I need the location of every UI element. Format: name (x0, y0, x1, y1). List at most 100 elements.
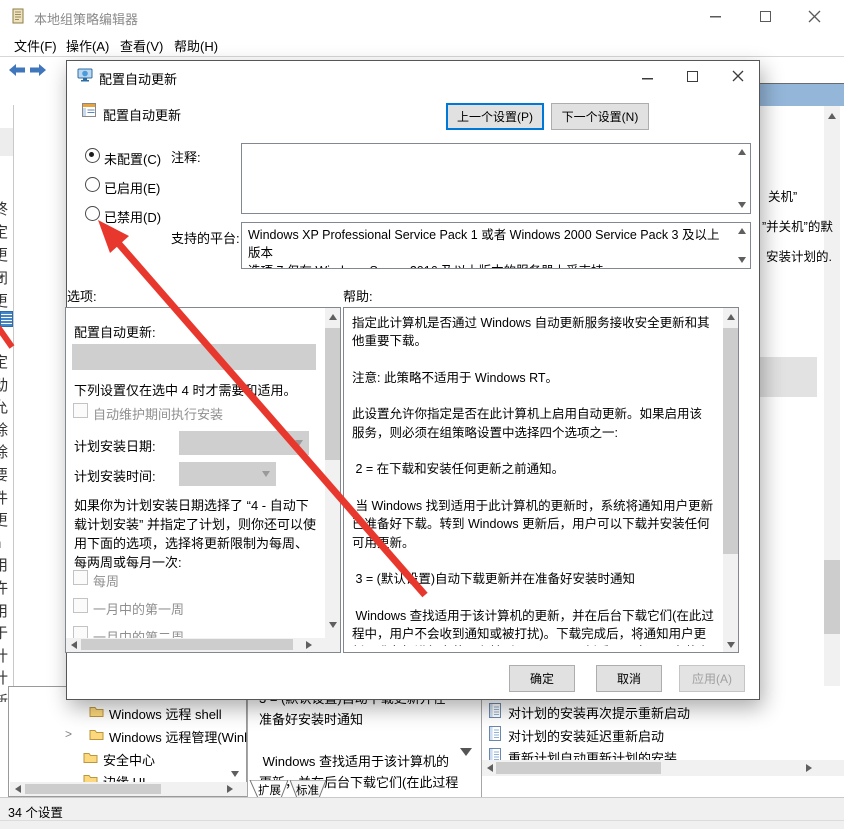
clipped-text-fragment: 关机” (768, 186, 797, 205)
menu-help[interactable]: 帮助(H) (174, 36, 218, 55)
install-time-combo (179, 462, 276, 486)
supported-on-text: Windows XP Professional Service Pack 1 或… (248, 226, 728, 269)
policy-setting-icon (81, 102, 97, 123)
options-label: 选项: (67, 286, 97, 305)
install-day-label: 计划安装日期: (74, 436, 156, 455)
radio-disabled-label[interactable]: 已禁用(D) (104, 207, 161, 226)
options-scroll-down-icon[interactable] (329, 622, 337, 628)
first-week-checkbox (73, 598, 88, 613)
cancel-button[interactable]: 取消 (596, 665, 662, 692)
right-pane-scrollbar[interactable] (824, 106, 840, 764)
weekly-checkbox (73, 570, 88, 585)
clipped-text-fragment: 安装计划的. (766, 246, 832, 265)
configure-updates-combo-label: 配置自动更新: (74, 322, 156, 341)
radio-disabled[interactable] (85, 206, 100, 221)
options-scroll-up-icon[interactable] (329, 314, 337, 320)
help-label: 帮助: (343, 286, 373, 305)
right-scroll-up-icon[interactable] (828, 113, 836, 119)
left-strip-chars-bottom: 定 动 允 除 除 要 件 更 n 用 许 用 于 计 计 新 (0, 352, 13, 702)
options-panel: 配置自动更新: 下列设置仅在选中 4 时才需要和适用。 自动维护期间执行安装 计… (65, 307, 341, 653)
combo-chevron-down-icon (295, 440, 303, 446)
dialog-close-button[interactable] (732, 69, 754, 87)
forward-button[interactable] (29, 63, 47, 82)
tree-hscrollbar-thumb[interactable] (25, 784, 161, 794)
install-time-label: 计划安装时间: (74, 466, 156, 485)
tab-extended-label[interactable]: 扩展 (258, 783, 281, 797)
comment-scroll-down-icon[interactable] (738, 202, 746, 208)
schedule-paragraph: 如果你为计划安装日期选择了 “4 - 自动下载计划安装” 并指定了计划，则你还可… (74, 496, 318, 572)
setting-name: 配置自动更新 (103, 105, 181, 124)
dialog-maximize-button[interactable] (687, 69, 709, 87)
radio-enabled-label[interactable]: 已启用(E) (104, 178, 160, 197)
menu-file[interactable]: 文件(F) (14, 36, 57, 55)
install-day-combo (179, 431, 309, 455)
options-hscrollbar-thumb[interactable] (81, 639, 293, 650)
back-arrow-icon (8, 63, 26, 77)
status-text: 34 个设置 (8, 802, 63, 821)
apply-button: 应用(A) (679, 665, 745, 692)
help-text: 指定此计算机是否通过 Windows 自动更新服务接收安全更新和其他重要下载。 … (352, 314, 714, 646)
tree-scroll-down-icon[interactable] (231, 771, 239, 777)
options-hscroll-left-icon[interactable] (71, 641, 77, 649)
gpedit-app-icon (10, 8, 26, 29)
tree-hscroll-right-icon[interactable] (227, 785, 233, 793)
left-pane-clipped-strip (0, 128, 14, 156)
help-panel: 指定此计算机是否通过 Windows 自动更新服务接收安全更新和其他重要下载。 … (343, 307, 739, 653)
weekly-label: 每周 (93, 571, 119, 590)
left-strip-chars-top: 终 定 更 闭 更 (0, 198, 13, 316)
main-close-button[interactable] (808, 8, 828, 26)
comment-textarea[interactable] (241, 143, 751, 214)
main-maximize-button[interactable] (760, 8, 780, 26)
list-hscroll-right-icon[interactable] (806, 764, 812, 772)
configure-automatic-updates-dialog: 配置自动更新 配置自动更新 上一个设置(P) 下一个设置(N) 未配置(C) 已… (66, 60, 760, 700)
comment-label: 注释: (171, 147, 201, 166)
supported-scroll-up-icon[interactable] (738, 228, 746, 234)
main-titlebar: 本地组策略编辑器 (0, 0, 844, 32)
forward-arrow-icon (29, 63, 47, 77)
clipped-text-fragment: ”并关机”的默 (762, 216, 833, 235)
configure-updates-combo (72, 344, 316, 370)
tab-standard-label[interactable]: 标准 (296, 784, 319, 797)
comment-scroll-up-icon[interactable] (738, 149, 746, 155)
dialog-icon (77, 67, 93, 88)
maintenance-install-label: 自动维护期间执行安装 (93, 404, 223, 423)
menu-bar: 文件(F) 操作(A) 查看(V) 帮助(H) (0, 32, 844, 57)
background-gray-block (760, 357, 817, 397)
tree-expander[interactable]: > (65, 727, 72, 741)
options-hscroll-right-icon[interactable] (306, 641, 312, 649)
left-pane-border (13, 105, 14, 697)
ok-button[interactable]: 确定 (509, 665, 575, 692)
radio-not-configured-label[interactable]: 未配置(C) (104, 149, 161, 168)
menu-action[interactable]: 操作(A) (66, 36, 109, 55)
maintenance-install-checkbox (73, 403, 88, 418)
previous-setting-button[interactable]: 上一个设置(P) (446, 103, 544, 130)
help-scroll-up-icon[interactable] (727, 314, 735, 320)
supported-on-label: 支持的平台: (171, 228, 240, 247)
options-vscrollbar-thumb[interactable] (325, 328, 340, 460)
dialog-title: 配置自动更新 (99, 69, 177, 88)
status-divider (0, 820, 844, 821)
supported-scroll-down-icon[interactable] (738, 257, 746, 263)
dialog-minimize-button[interactable] (642, 69, 664, 87)
selected-item-icon[interactable] (0, 311, 13, 327)
back-button[interactable] (8, 63, 26, 82)
first-week-label: 一月中的第一周 (93, 599, 184, 618)
help-scroll-down-icon[interactable] (727, 642, 735, 648)
next-setting-button[interactable]: 下一个设置(N) (551, 103, 649, 130)
console-tree-pane: Windows 远程 shell > Windows 远程管理(Winl 安全中… (8, 686, 247, 797)
list-hscrollbar-thumb[interactable] (496, 762, 661, 774)
local-group-policy-editor-window: 本地组策略编辑器 文件(F) 操作(A) 查看(V) 帮助(H) 终 定 更 闭… (0, 0, 844, 829)
list-hscroll-left-icon[interactable] (487, 764, 493, 772)
radio-not-configured[interactable] (85, 148, 100, 163)
tree-hscroll-left-icon[interactable] (15, 785, 21, 793)
description-scroll-down-icon[interactable] (460, 748, 472, 756)
status-bar: 34 个设置 (0, 797, 844, 829)
supported-on-box[interactable]: Windows XP Professional Service Pack 1 或… (241, 222, 751, 269)
radio-selected-dot (89, 152, 94, 157)
help-vscrollbar-thumb[interactable] (723, 328, 738, 554)
menu-view[interactable]: 查看(V) (120, 36, 163, 55)
radio-enabled[interactable] (85, 177, 100, 192)
main-window-title: 本地组策略编辑器 (34, 9, 138, 28)
right-scrollbar-thumb[interactable] (824, 560, 840, 634)
main-minimize-button[interactable] (710, 8, 730, 26)
